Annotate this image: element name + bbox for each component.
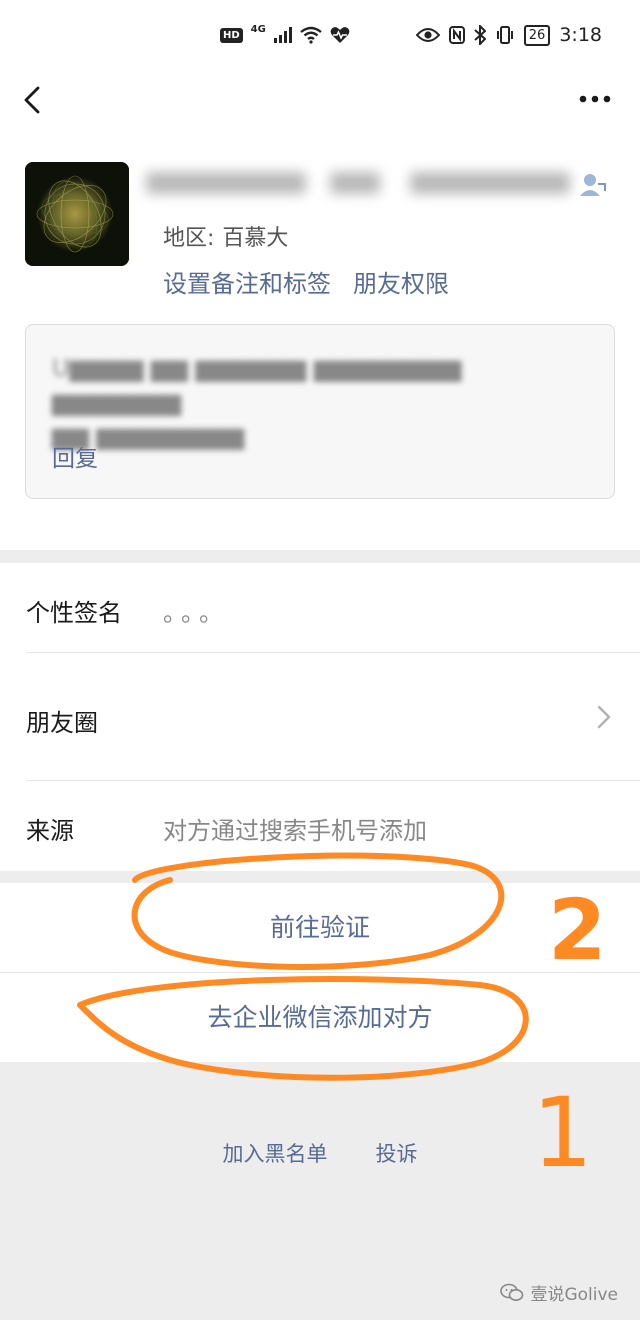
status-right: 26 3:18 bbox=[415, 24, 602, 46]
status-left: HD 4G bbox=[220, 23, 350, 44]
battery-indicator: 26 bbox=[523, 24, 551, 46]
wechat-icon bbox=[500, 1283, 524, 1301]
divider bbox=[26, 780, 640, 781]
hd-badge: HD bbox=[220, 27, 243, 43]
avatar[interactable] bbox=[25, 162, 129, 266]
avatar-image bbox=[25, 162, 129, 266]
moments-label: 朋友圈 bbox=[26, 709, 98, 737]
signal-icon bbox=[273, 27, 292, 43]
watermark-text: 壹说Golive bbox=[530, 1285, 618, 1305]
region-label: 地区: bbox=[163, 226, 215, 251]
more-icon[interactable] bbox=[578, 84, 612, 114]
nfc-icon bbox=[448, 26, 465, 44]
chevron-right-icon bbox=[597, 705, 611, 729]
eye-icon bbox=[415, 28, 440, 42]
wecom-add-button[interactable]: 去企业微信添加对方 bbox=[0, 973, 640, 1062]
source-value: 对方通过搜索手机号添加 bbox=[163, 817, 427, 845]
signature-label: 个性签名 bbox=[26, 599, 122, 627]
greeting-message-box: U▆▆▆▆ ▆▆ ▆▆▆▆▆▆ ▆▆▆▆▆▆▆▆ ▆▆▆▆▆▆▆ ▆▆ ▆▆▆▆▆… bbox=[25, 324, 615, 499]
back-icon[interactable] bbox=[20, 80, 50, 120]
source-label: 来源 bbox=[26, 817, 74, 845]
reply-link[interactable]: 回复 bbox=[52, 439, 98, 473]
heart-rate-icon bbox=[330, 27, 350, 43]
region-info: 地区: 百慕大 bbox=[163, 220, 296, 252]
moments-row[interactable]: 朋友圈 bbox=[0, 653, 640, 781]
friend-permission-link[interactable]: 朋友权限 bbox=[353, 270, 449, 298]
contact-tag-icon bbox=[580, 174, 606, 196]
report-link[interactable]: 投诉 bbox=[376, 1142, 418, 1166]
annotation-number-2: 2 bbox=[548, 881, 607, 979]
signature-value: 。。。 bbox=[163, 599, 229, 627]
nav-bar bbox=[0, 72, 640, 128]
blacklist-link[interactable]: 加入黑名单 bbox=[223, 1142, 328, 1166]
verify-button[interactable]: 前往验证 bbox=[0, 883, 640, 972]
greeting-text-redacted: U▆▆▆▆ ▆▆ ▆▆▆▆▆▆ ▆▆▆▆▆▆▆▆ ▆▆▆▆▆▆▆ ▆▆ ▆▆▆▆▆… bbox=[52, 354, 462, 450]
nickname-redacted bbox=[140, 160, 580, 210]
status-bar: HD 4G 26 3:18 bbox=[0, 22, 640, 54]
watermark: 壹说Golive bbox=[500, 1280, 618, 1305]
region-value: 百慕大 bbox=[222, 226, 289, 251]
profile-actions: 设置备注和标签 朋友权限 bbox=[163, 264, 449, 299]
status-time: 3:18 bbox=[559, 24, 602, 46]
wifi-icon bbox=[300, 26, 322, 44]
bluetooth-icon bbox=[474, 25, 486, 45]
vibrate-icon bbox=[496, 26, 513, 44]
set-remark-link[interactable]: 设置备注和标签 bbox=[163, 270, 331, 298]
network-type: 4G bbox=[250, 23, 266, 35]
annotation-number-1: 1 bbox=[532, 1077, 594, 1189]
info-section: 个性签名 。。。 朋友圈 来源 对方通过搜索手机号添加 bbox=[0, 563, 640, 871]
